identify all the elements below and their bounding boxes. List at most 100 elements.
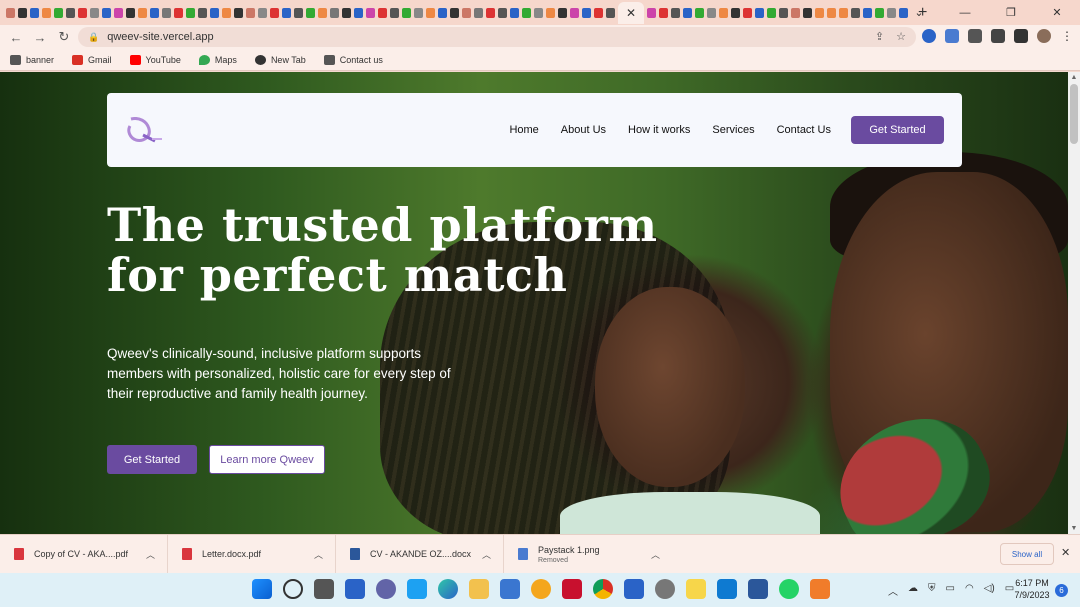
tab-favicon[interactable] <box>671 7 680 18</box>
tab-favicon[interactable] <box>306 7 315 18</box>
search-icon[interactable] <box>283 579 303 599</box>
page-scrollbar[interactable]: ▲ ▼ <box>1068 72 1080 534</box>
tab-favicon[interactable] <box>803 7 812 18</box>
tab-favicon[interactable] <box>707 7 716 18</box>
qweev-logo-icon[interactable] <box>125 117 165 143</box>
side-panel-icon[interactable] <box>1014 29 1028 43</box>
tab-favicon[interactable] <box>875 7 884 18</box>
tab-favicon[interactable] <box>414 7 423 18</box>
extension-v-icon[interactable] <box>922 29 936 43</box>
tab-favicon[interactable] <box>282 7 291 18</box>
word-icon[interactable] <box>748 579 768 599</box>
download-item[interactable]: Copy of CV - AKA....pdf ︿ <box>0 534 168 574</box>
lock-icon[interactable]: 🔒 <box>88 32 99 43</box>
tab-favicon[interactable] <box>402 7 411 18</box>
tab-favicon[interactable] <box>42 7 51 18</box>
tab-favicon[interactable] <box>510 7 519 18</box>
avatar[interactable] <box>1037 29 1051 43</box>
tab-favicons-right[interactable] <box>647 7 908 18</box>
chevron-up-icon[interactable]: ︿ <box>314 548 323 561</box>
tab-favicon[interactable] <box>719 7 728 18</box>
shield-icon[interactable]: ⛨ <box>928 583 936 598</box>
edge-icon[interactable] <box>438 579 458 599</box>
tab-favicon[interactable] <box>755 7 764 18</box>
taskbar-clock[interactable]: 6:17 PM 7/9/2023 <box>1010 577 1054 601</box>
notification-badge[interactable]: 6 <box>1055 584 1068 597</box>
nav-contact-us[interactable]: Contact Us <box>777 124 831 136</box>
mcafee-icon[interactable] <box>562 579 582 599</box>
tab-favicon[interactable] <box>258 7 267 18</box>
bookmark-star-icon[interactable]: ☆ <box>896 30 906 43</box>
photos-icon[interactable] <box>624 579 644 599</box>
tab-favicon[interactable] <box>767 7 776 18</box>
tab-favicon[interactable] <box>222 7 231 18</box>
bookmark-youtube[interactable]: YouTube <box>129 54 181 65</box>
windows-start-icon[interactable] <box>252 579 272 599</box>
settings-gear-icon[interactable] <box>655 579 675 599</box>
sticky-notes-icon[interactable] <box>686 579 706 599</box>
get-started-button[interactable]: Get Started <box>107 445 197 474</box>
teams-chat-icon[interactable] <box>376 579 396 599</box>
nav-how-it-works[interactable]: How it works <box>628 124 690 136</box>
tab-favicon[interactable] <box>887 7 896 18</box>
volume-icon[interactable]: ◁) <box>984 583 995 598</box>
bookmark-banner[interactable]: banner <box>10 54 54 65</box>
tab-favicon[interactable] <box>474 7 483 18</box>
tab-favicon[interactable] <box>150 7 159 18</box>
widgets-icon[interactable] <box>345 579 365 599</box>
chrome-icon[interactable] <box>593 579 613 599</box>
tab-favicon[interactable] <box>582 7 591 18</box>
tab-favicon[interactable] <box>498 7 507 18</box>
tab-favicon[interactable] <box>558 7 567 18</box>
tab-favicon[interactable] <box>342 7 351 18</box>
tab-favicon[interactable] <box>486 7 495 18</box>
app-icon[interactable] <box>407 579 427 599</box>
tab-favicon[interactable] <box>210 7 219 18</box>
bookmark-maps[interactable]: Maps <box>198 54 237 65</box>
tab-favicon[interactable] <box>162 7 171 18</box>
bookmark-gmail[interactable]: Gmail <box>72 54 112 65</box>
back-button[interactable]: ← <box>4 30 28 45</box>
tab-favicon[interactable] <box>66 7 75 18</box>
tab-favicon[interactable] <box>18 7 27 18</box>
tab-favicon[interactable] <box>450 7 459 18</box>
minimize-button[interactable]: — <box>942 0 988 25</box>
app-icon[interactable] <box>531 579 551 599</box>
puzzle-icon[interactable] <box>968 29 982 43</box>
kebab-menu-icon[interactable]: ⋮ <box>1060 29 1074 43</box>
tab-favicon[interactable] <box>78 7 87 18</box>
url-text[interactable]: qweev-site.vercel.app <box>107 31 213 43</box>
forward-button[interactable]: → <box>28 30 52 45</box>
tab-favicon[interactable] <box>594 7 603 18</box>
wifi-icon[interactable]: ◠ <box>965 583 974 598</box>
download-item[interactable]: Paystack 1.png Removed ︿ <box>504 535 672 574</box>
tab-favicons[interactable] <box>6 7 615 18</box>
tab-favicon[interactable] <box>234 7 243 18</box>
tab-favicon[interactable] <box>114 7 123 18</box>
bookmark-new-tab[interactable]: New Tab <box>254 54 306 65</box>
vscode-icon[interactable] <box>717 579 737 599</box>
download-item[interactable]: CV - AKANDE OZ....docx ︿ <box>336 534 504 574</box>
tab-search-icon[interactable]: ⌄ <box>896 0 942 25</box>
tab-favicon[interactable] <box>378 7 387 18</box>
active-tab[interactable]: ✕ <box>618 1 644 24</box>
tab-favicon[interactable] <box>102 7 111 18</box>
tab-favicon[interactable] <box>779 7 788 18</box>
tab-favicon[interactable] <box>90 7 99 18</box>
file-explorer-icon[interactable] <box>469 579 489 599</box>
whatsapp-icon[interactable] <box>779 579 799 599</box>
translate-extension-icon[interactable] <box>945 29 959 43</box>
meet-icon[interactable]: ▭ <box>946 583 955 598</box>
tab-favicon[interactable] <box>6 7 15 18</box>
tab-favicon[interactable] <box>354 7 363 18</box>
chevron-up-icon[interactable]: ︿ <box>651 548 660 561</box>
tab-favicon[interactable] <box>534 7 543 18</box>
tab-favicon[interactable] <box>570 7 579 18</box>
reload-button[interactable]: ↻ <box>52 29 76 45</box>
tab-favicon[interactable] <box>30 7 39 18</box>
tab-favicon[interactable] <box>522 7 531 18</box>
close-icon[interactable]: ✕ <box>1061 546 1070 559</box>
close-window-button[interactable]: ✕ <box>1034 0 1080 25</box>
chevron-up-icon[interactable]: ︿ <box>146 548 155 561</box>
scrollbar-thumb[interactable] <box>1070 84 1078 144</box>
